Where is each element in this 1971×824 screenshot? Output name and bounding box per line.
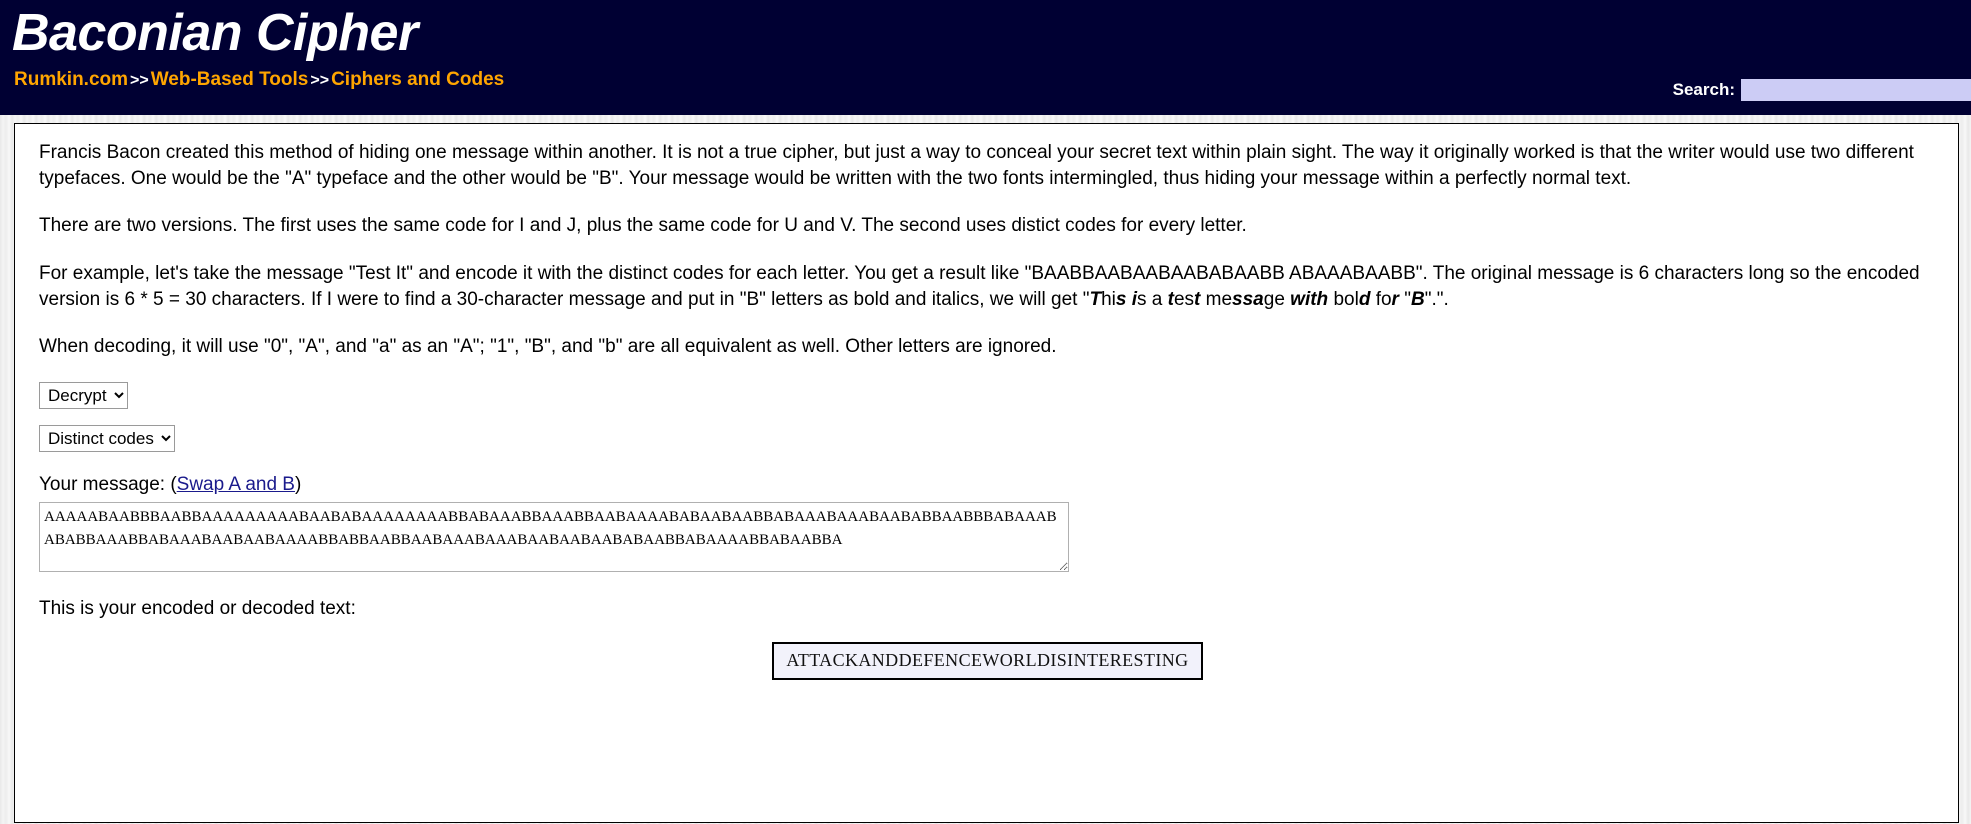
example-emphasis-2: s [1115, 288, 1127, 310]
mode-select-row: EncryptDecrypt [39, 381, 1936, 409]
example-mid-8: fo [1370, 288, 1392, 310]
message-label-close: ) [294, 473, 302, 495]
message-input[interactable] [39, 501, 1069, 572]
versions-paragraph: There are two versions. The first uses t… [39, 215, 1247, 237]
example-mid-1: hi [1101, 288, 1116, 310]
search-label: Search: [1672, 80, 1735, 99]
example-emphasis-10: B [1410, 288, 1425, 310]
example-mid-9: " [1398, 288, 1411, 310]
page-background: Francis Bacon created this method of hid… [0, 115, 1971, 824]
example-paragraph: For example, let's take the message "Tes… [39, 261, 1936, 312]
result-caption: This is your encoded or decoded text: [39, 597, 356, 619]
example-mid-5: me [1200, 288, 1233, 310]
codes-select[interactable]: Distinct codesI=J, U=V [39, 424, 175, 452]
breadcrumb-separator-1: >> [130, 71, 149, 89]
example-mid-4: es [1173, 288, 1195, 310]
message-label: Your message: (Swap A and B) [39, 474, 1936, 496]
swap-a-and-b-link[interactable]: Swap A and B [177, 474, 295, 495]
example-mid-6: ge [1263, 288, 1291, 310]
search-area: Search: [1673, 79, 1971, 101]
example-mid-3: s a [1137, 288, 1168, 310]
decoding-paragraph: When decoding, it will use "0", "A", and… [39, 336, 1057, 358]
breadcrumb-link-rumkin[interactable]: Rumkin.com [14, 69, 128, 90]
breadcrumb-link-web-based-tools[interactable]: Web-Based Tools [151, 69, 309, 90]
example-emphasis-7: with [1290, 288, 1329, 310]
codes-select-row: Distinct codesI=J, U=V [39, 424, 1936, 452]
main-content: Francis Bacon created this method of hid… [14, 123, 1959, 823]
intro-paragraph: Francis Bacon created this method of hid… [39, 142, 1914, 189]
mode-select[interactable]: EncryptDecrypt [39, 381, 128, 409]
page-title: Baconian Cipher [12, 4, 418, 62]
example-emphasis-8: d [1358, 288, 1371, 310]
example-emphasis-9: r [1391, 288, 1399, 310]
result-output: ATTACKANDDEFENCEWORLDISINTERESTING [772, 641, 1203, 680]
example-text-part1: For example, let's take the message "Tes… [39, 262, 1920, 310]
breadcrumb-link-ciphers-and-codes[interactable]: Ciphers and Codes [331, 69, 504, 90]
search-input[interactable] [1741, 79, 1971, 101]
message-label-text: Your message: ( [39, 473, 177, 495]
result-wrapper: ATTACKANDDEFENCEWORLDISINTERESTING [39, 641, 1936, 680]
site-header: Baconian Cipher Rumkin.com >> Web-Based To… [0, 0, 1971, 115]
example-mid-7: bol [1328, 288, 1359, 310]
example-emphasis-6: ssa [1232, 288, 1264, 310]
example-text-part2: ".". [1424, 288, 1449, 310]
breadcrumb-separator-2: >> [310, 71, 330, 89]
example-emphasis-1: T [1089, 288, 1102, 310]
